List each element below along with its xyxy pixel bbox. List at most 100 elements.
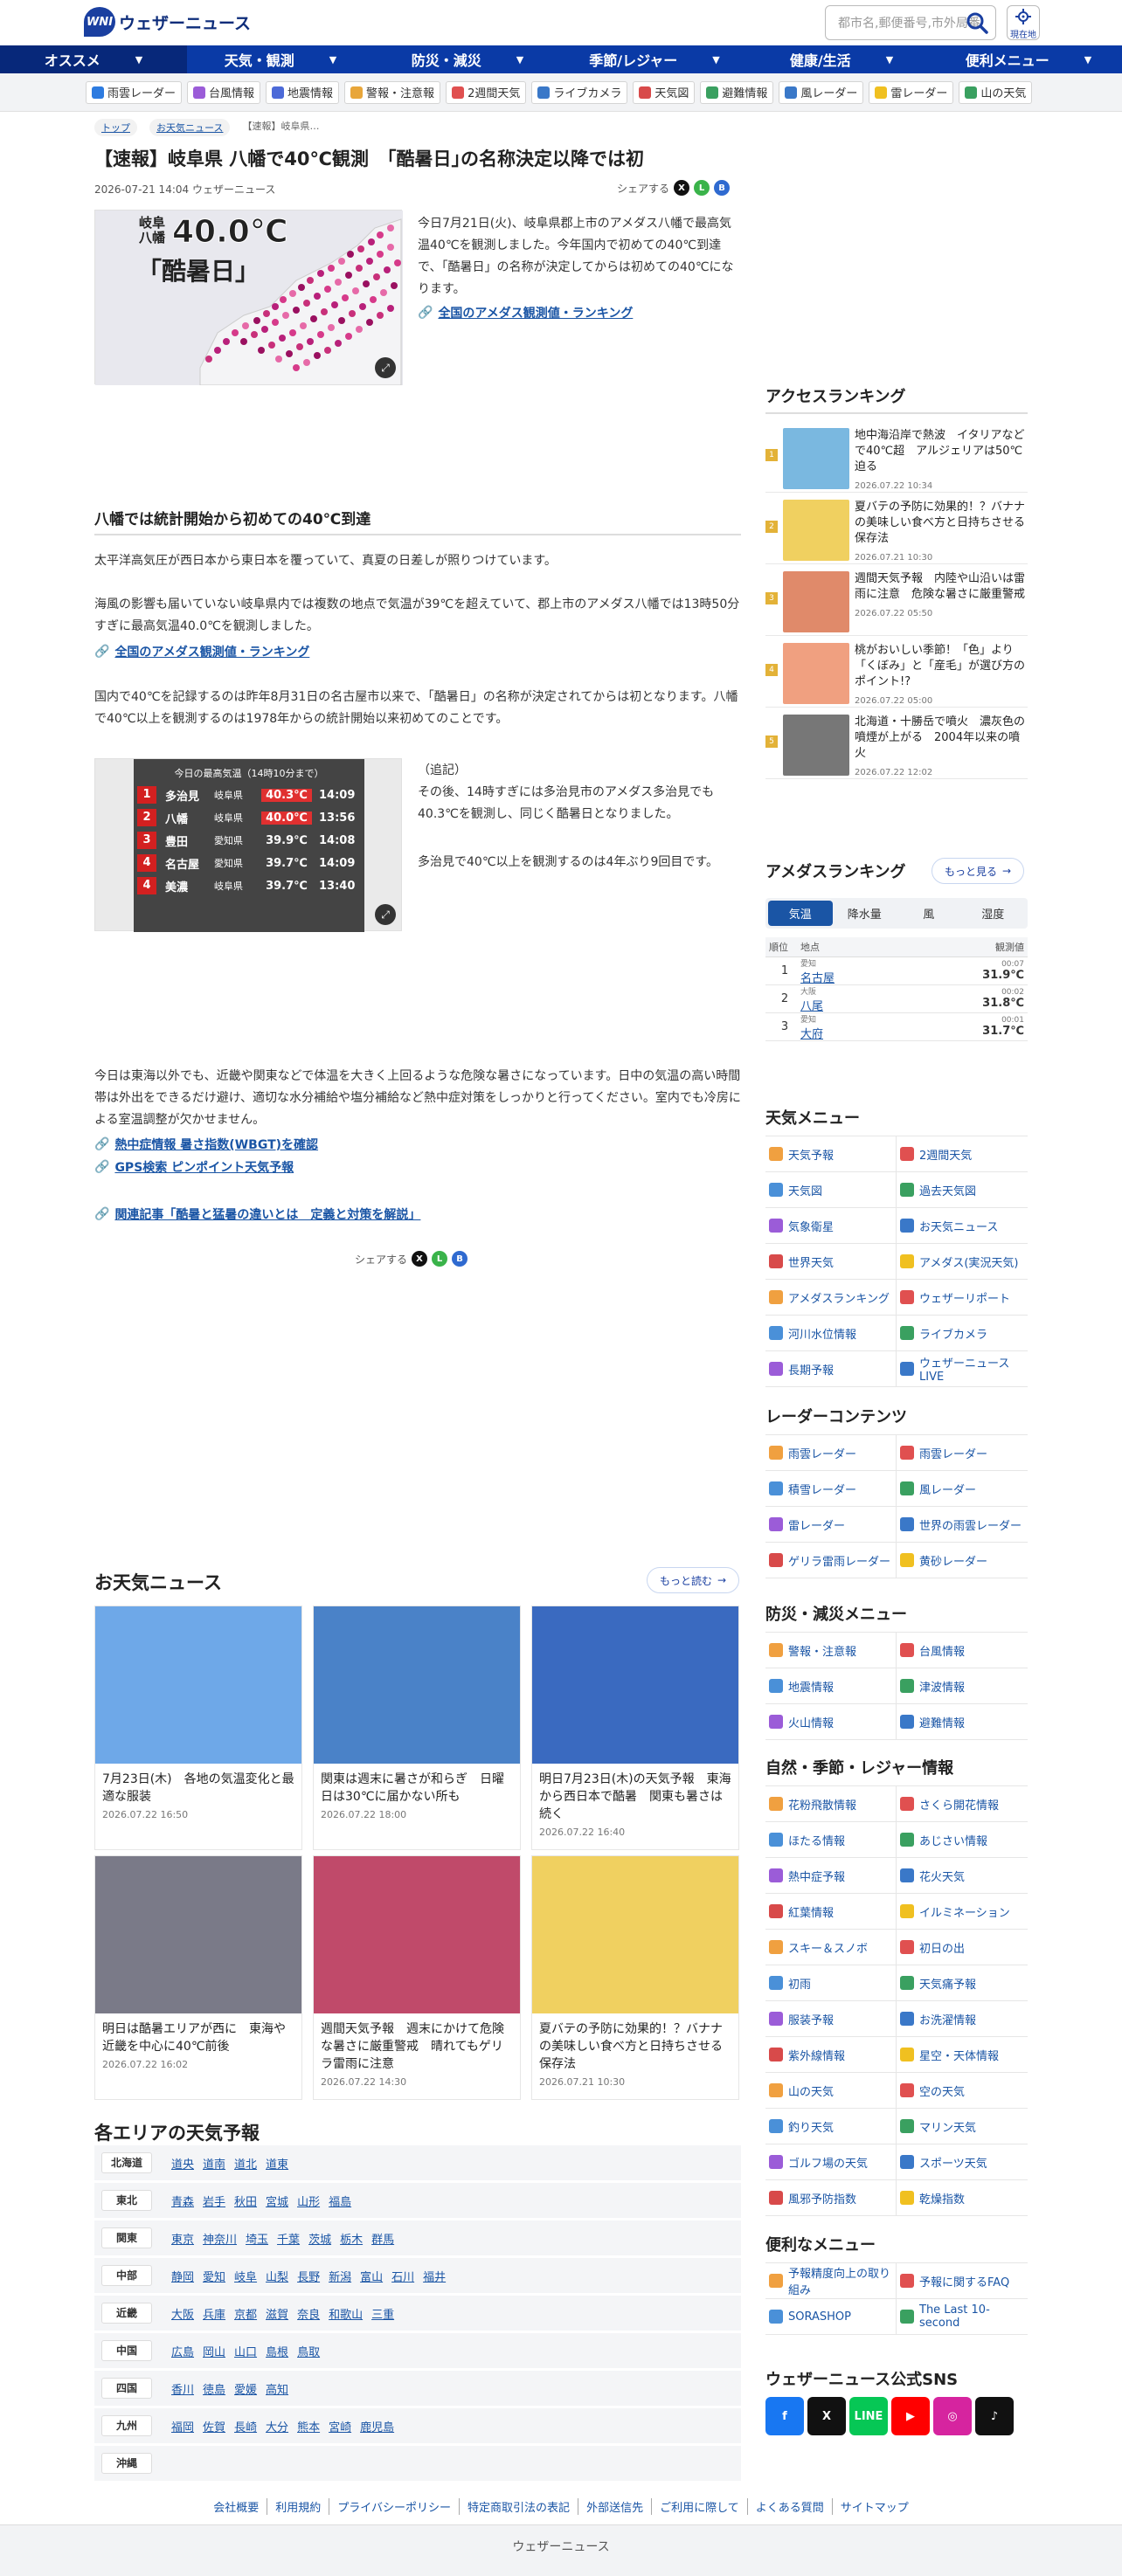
area-link[interactable]: 福岡 <box>171 2418 194 2434</box>
menu-item[interactable]: アメダスランキング <box>765 1280 897 1316</box>
menu-item[interactable]: 避難情報 <box>897 1704 1028 1740</box>
footer-link[interactable]: プライバシーポリシー <box>329 2498 461 2515</box>
menu-item[interactable]: 地震情報 <box>765 1668 897 1704</box>
area-link[interactable]: 富山 <box>360 2268 383 2284</box>
wbgt-link[interactable]: 🔗 熱中症情報 暑さ指数(WBGT)を確認 <box>94 1136 318 1153</box>
area-link[interactable]: 静岡 <box>171 2268 194 2284</box>
area-link[interactable]: 兵庫 <box>203 2305 225 2322</box>
news-card[interactable]: 明日7月23日(木)の天気予報 東海から西日本で酷暑 関東も暑さは続く 2026.… <box>531 1606 739 1850</box>
menu-item[interactable]: 紅葉情報 <box>765 1894 897 1930</box>
area-link[interactable]: 佐賀 <box>203 2418 225 2434</box>
menu-item[interactable]: 積雪レーダー <box>765 1471 897 1507</box>
news-card[interactable]: 週間天気予報 週末にかけて危険な暑さに厳重警戒 晴れてもゲリラ雷雨に注意 2026… <box>313 1855 521 2100</box>
menu-item[interactable]: 天気図 <box>765 1172 897 1208</box>
area-link[interactable]: 宮城 <box>266 2193 288 2209</box>
area-link[interactable]: 三重 <box>371 2305 394 2322</box>
menu-item[interactable]: 気象衛星 <box>765 1208 897 1244</box>
menu-item[interactable]: ライブカメラ <box>897 1316 1028 1351</box>
menu-item[interactable]: 星空・天体情報 <box>897 2037 1028 2073</box>
area-link[interactable]: 新潟 <box>329 2268 351 2284</box>
hatena-share-icon[interactable]: B <box>452 1251 468 1267</box>
menu-item[interactable]: お天気ニュース <box>897 1208 1028 1244</box>
article-map-image[interactable]: 岐阜 八幡 40.0℃ 「酷暑日」 ⤢ <box>94 210 403 385</box>
area-link[interactable]: 愛知 <box>203 2268 225 2284</box>
area-link[interactable]: 神奈川 <box>203 2230 237 2247</box>
area-link[interactable]: 岡山 <box>203 2343 225 2359</box>
subnav-item[interactable]: 台風情報 <box>187 80 261 104</box>
footer-link[interactable]: サイトマップ <box>833 2498 917 2515</box>
menu-item[interactable]: 雨雲レーダー <box>897 1435 1028 1471</box>
area-link[interactable]: 愛媛 <box>234 2380 257 2397</box>
area-link[interactable]: 岐阜 <box>234 2268 257 2284</box>
menu-item[interactable]: 雨雲レーダー <box>765 1435 897 1471</box>
menu-item[interactable]: 長期予報 <box>765 1351 897 1387</box>
breadcrumb-top[interactable]: トップ <box>94 119 137 136</box>
area-link[interactable]: 山形 <box>297 2193 320 2209</box>
area-link[interactable]: 京都 <box>234 2305 257 2322</box>
line-share-icon[interactable]: L <box>694 180 710 196</box>
area-link[interactable]: 熊本 <box>297 2418 320 2434</box>
access-item[interactable]: 4 桃がおいしい季節！「色」より「くぼみ」と「産毛」が選び方のポイント!? 2026… <box>765 636 1028 708</box>
subnav-item[interactable]: 風レーダー <box>779 80 864 104</box>
subnav-item[interactable]: ライブカメラ <box>531 80 628 104</box>
zoom-icon[interactable]: ⤢ <box>375 904 396 925</box>
menu-item[interactable]: 花粉飛散情報 <box>765 1786 897 1822</box>
menu-item[interactable]: 熱中症予報 <box>765 1858 897 1894</box>
area-link[interactable]: 大阪 <box>171 2305 194 2322</box>
menu-item[interactable]: さくら開花情報 <box>897 1786 1028 1822</box>
logo[interactable]: WNI ウェザーニュース <box>84 7 251 37</box>
area-link[interactable]: 岩手 <box>203 2193 225 2209</box>
nav-item-recommend[interactable]: オススメ ▼ <box>0 45 187 73</box>
tiktok-icon[interactable]: ♪ <box>975 2397 1014 2435</box>
area-link[interactable]: 石川 <box>391 2268 414 2284</box>
current-location-button[interactable]: 現在地 <box>1007 5 1040 40</box>
menu-item[interactable]: 予報に関するFAQ <box>897 2263 1028 2299</box>
area-link[interactable]: 和歌山 <box>329 2305 363 2322</box>
subnav-item[interactable]: 雷レーダー <box>869 80 954 104</box>
ranking-link-2[interactable]: 🔗 全国のアメダス観測値・ランキング <box>94 643 309 660</box>
zoom-icon[interactable]: ⤢ <box>375 357 396 378</box>
menu-item[interactable]: 花火天気 <box>897 1858 1028 1894</box>
tab-precipitation[interactable]: 降水量 <box>833 901 897 926</box>
related-article-link[interactable]: 🔗 関連記事「酷暑と猛暑の違いとは 定義と対策を解説」 <box>94 1205 420 1223</box>
menu-item[interactable]: 服装予報 <box>765 2001 897 2037</box>
facebook-icon[interactable]: f <box>765 2397 804 2435</box>
news-card[interactable]: 明日は酷暑エリアが西に 東海や近畿を中心に40℃前後 2026.07.22 16:… <box>94 1855 302 2100</box>
access-item[interactable]: 3 週間天気予報 内陸や山沿いは雷雨に注意 危険な暑さに厳重警戒 2026.07.2… <box>765 564 1028 636</box>
menu-item[interactable]: 天気予報 <box>765 1136 897 1172</box>
youtube-icon[interactable]: ▶ <box>891 2397 930 2435</box>
area-link[interactable]: 鹿児島 <box>360 2418 394 2434</box>
area-link[interactable]: 道南 <box>203 2155 225 2172</box>
menu-item[interactable]: 予報精度向上の取り組み <box>765 2263 897 2299</box>
subnav-item[interactable]: 雨雲レーダー <box>86 80 183 104</box>
nav-item-convenient[interactable]: 便利メニュー ▼ <box>935 45 1122 73</box>
area-link[interactable]: 栃木 <box>340 2230 363 2247</box>
news-card[interactable]: 夏バテの予防に効果的！？バナナの美味しい食べ方と日持ちさせる保存法 2026.07… <box>531 1855 739 2100</box>
menu-item[interactable]: ゲリラ雷雨レーダー <box>765 1543 897 1578</box>
area-link[interactable]: 奈良 <box>297 2305 320 2322</box>
area-link[interactable]: 東京 <box>171 2230 194 2247</box>
nav-item-health[interactable]: 健康/生活 ▼ <box>748 45 935 73</box>
menu-item[interactable]: スキー＆スノボ <box>765 1930 897 1965</box>
search-input[interactable]: 都市名,郵便番号,市外局番 <box>825 5 996 40</box>
hatena-share-icon[interactable]: B <box>714 180 731 196</box>
area-link[interactable]: 道央 <box>171 2155 194 2172</box>
footer-link[interactable]: 外部送信先 <box>578 2498 653 2515</box>
area-link[interactable]: 山口 <box>234 2343 257 2359</box>
area-link[interactable]: 道東 <box>266 2155 288 2172</box>
menu-item[interactable]: 黄砂レーダー <box>897 1543 1028 1578</box>
menu-item[interactable]: 雷レーダー <box>765 1507 897 1543</box>
area-link[interactable]: 広島 <box>171 2343 194 2359</box>
menu-item[interactable]: マリン天気 <box>897 2109 1028 2144</box>
instagram-icon[interactable]: ◎ <box>933 2397 972 2435</box>
menu-item[interactable]: お洗濯情報 <box>897 2001 1028 2037</box>
nav-item-disaster[interactable]: 防災・減災 ▼ <box>374 45 561 73</box>
menu-item[interactable]: ウェザーリポート <box>897 1280 1028 1316</box>
menu-item[interactable]: 紫外線情報 <box>765 2037 897 2073</box>
amedas-row[interactable]: 2 大阪 八尾 00:02 31.8℃ <box>765 985 1028 1013</box>
area-link[interactable]: 高知 <box>266 2380 288 2397</box>
nav-item-season[interactable]: 季節/レジャー ▼ <box>561 45 748 73</box>
menu-item[interactable]: あじさい情報 <box>897 1822 1028 1858</box>
menu-item[interactable]: 釣り天気 <box>765 2109 897 2144</box>
access-item[interactable]: 1 地中海沿岸で熱波 イタリアなどで40℃超 アルジェリアは50℃迫る 2026.0… <box>765 421 1028 493</box>
